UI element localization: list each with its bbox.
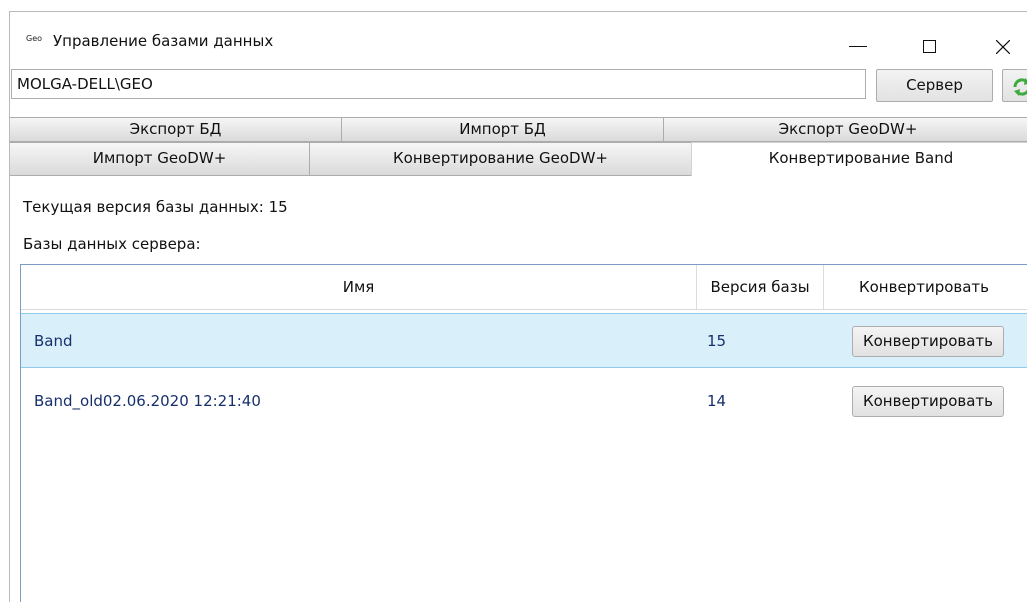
tab-import-geodw[interactable]: Импорт GeoDW+ [10, 142, 310, 176]
maximize-button[interactable] [915, 27, 945, 57]
close-button[interactable] [988, 27, 1018, 57]
convert-button[interactable]: Конвертировать [852, 386, 1004, 417]
current-db-version-label: Текущая версия базы данных: 15 [23, 198, 288, 216]
server-button[interactable]: Сервер [876, 69, 993, 102]
db-name-cell: Band [34, 332, 73, 350]
grid-header: Имя Версия базы Конвертировать [21, 265, 1027, 310]
tab-export-db[interactable]: Экспорт БД [10, 117, 342, 142]
tab-convert-band[interactable]: Конвертирование Band [691, 142, 1027, 176]
app-icon: Geo [26, 34, 43, 43]
column-header-convert[interactable]: Конвертировать [824, 265, 1024, 309]
column-header-name[interactable]: Имя [21, 265, 696, 309]
tab-import-db[interactable]: Импорт БД [341, 117, 664, 142]
refresh-button[interactable] [1002, 69, 1027, 102]
minimize-button[interactable] [843, 27, 873, 57]
databases-grid[interactable]: Имя Версия базы Конвертировать Band 15 К… [20, 264, 1027, 602]
tab-export-geodw[interactable]: Экспорт GeoDW+ [663, 117, 1027, 142]
column-header-version[interactable]: Версия базы [697, 265, 823, 309]
table-row[interactable]: Band 15 Конвертировать [21, 313, 1027, 368]
server-databases-label: Базы данных сервера: [23, 235, 201, 253]
database-management-window: Geo Управление базами данных Сервер Эксп… [9, 11, 1027, 602]
close-icon [996, 40, 1010, 54]
window-title: Управление базами данных [53, 32, 274, 50]
title-bar: Geo Управление базами данных [10, 12, 1027, 57]
db-name-cell: Band_old02.06.2020 12:21:40 [34, 392, 261, 410]
tab-convert-geodw[interactable]: Конвертирование GeoDW+ [309, 142, 692, 176]
server-name-input[interactable] [11, 69, 866, 99]
db-version-cell: 14 [707, 392, 727, 410]
refresh-icon [1013, 78, 1027, 96]
table-row[interactable]: Band_old02.06.2020 12:21:40 14 Конвертир… [21, 374, 1027, 429]
minimize-icon [849, 46, 867, 47]
db-version-cell: 15 [707, 332, 727, 350]
maximize-icon [923, 40, 936, 53]
convert-button[interactable]: Конвертировать [852, 326, 1004, 357]
